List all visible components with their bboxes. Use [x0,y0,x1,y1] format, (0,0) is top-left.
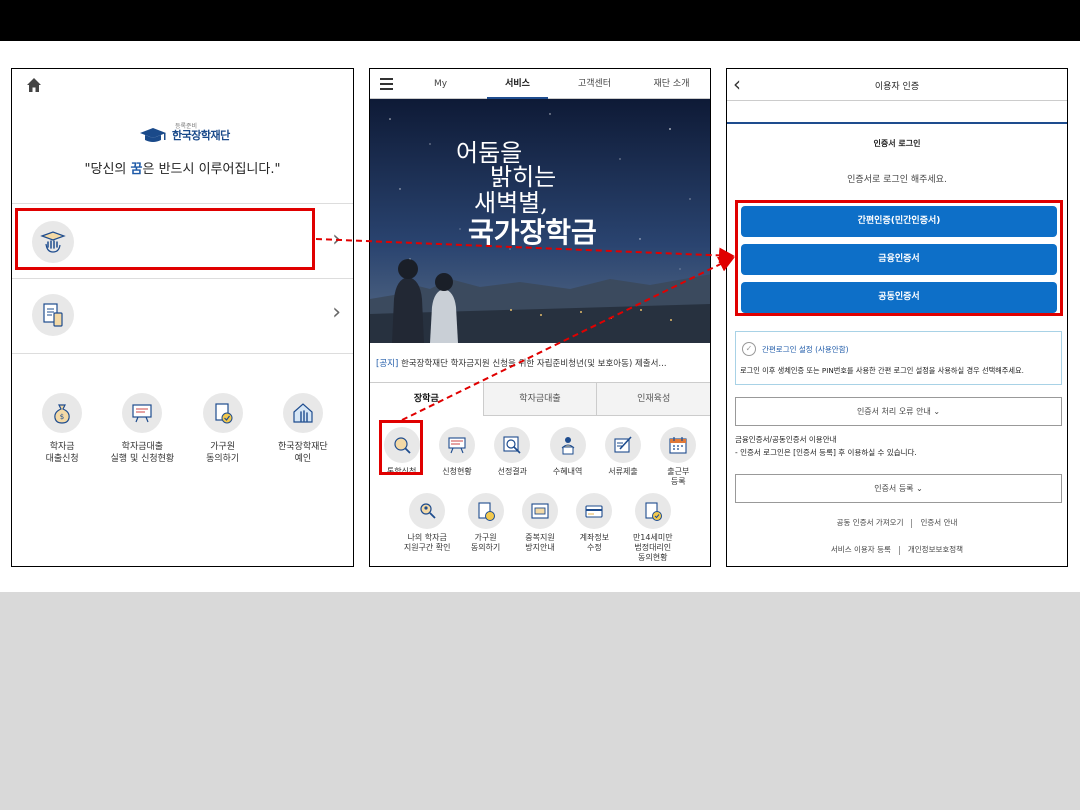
annotation-arrows [315,238,735,421]
arrow-menu-to-auth [315,238,735,264]
arrow-service-to-auth [401,256,735,421]
